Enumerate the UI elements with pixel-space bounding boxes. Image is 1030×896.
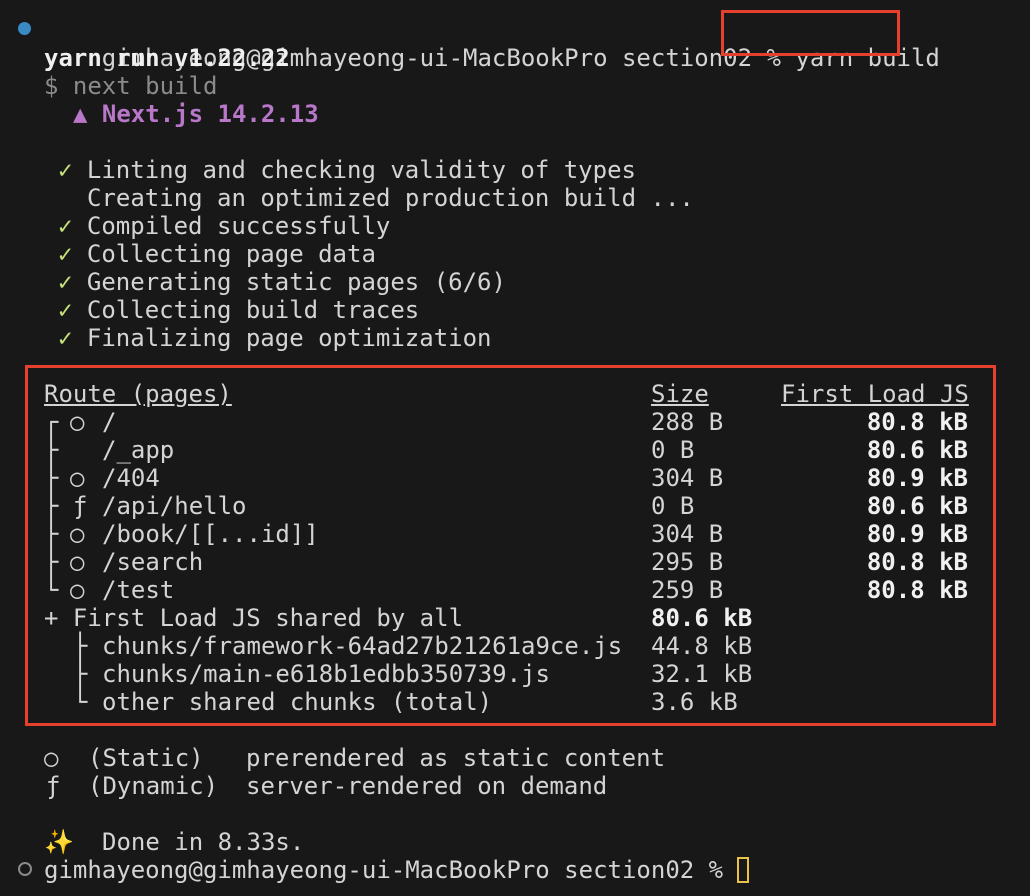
- check-icon: ✓: [58, 268, 73, 296]
- terminal-cursor[interactable]: [737, 857, 749, 883]
- check-icon: ✓: [58, 156, 73, 184]
- command-highlight-box: [721, 10, 900, 56]
- command-status-dot[interactable]: [18, 22, 31, 35]
- route-first-load: 80.9 kB: [866, 464, 968, 492]
- prompt-text: gimhayeong@gimhayeong-ui-MacBookPro sect…: [44, 856, 724, 884]
- static-icon: ○: [70, 548, 85, 576]
- route-size: 288 B: [651, 408, 724, 436]
- command-status-dot[interactable]: [18, 862, 32, 876]
- build-step: ✓ Finalizing page optimization: [58, 324, 492, 352]
- route-size: 0 B: [651, 492, 695, 520]
- tree-branch: ├: [44, 520, 59, 548]
- check-icon: ✓: [58, 212, 73, 240]
- route-path: /test: [102, 576, 175, 604]
- build-step: Creating an optimized production build .…: [87, 184, 694, 212]
- tree-branch: ├: [44, 492, 59, 520]
- build-step: ✓ Generating static pages (6/6): [58, 268, 506, 296]
- static-icon: ○: [44, 744, 59, 772]
- chunk-size: 44.8 kB: [651, 632, 753, 660]
- tree-branch: └: [73, 688, 88, 716]
- route-path: /: [102, 408, 117, 436]
- static-icon: ○: [70, 576, 85, 604]
- static-icon: ○: [70, 408, 85, 436]
- route-first-load: 80.6 kB: [866, 436, 968, 464]
- legend-desc: server-rendered on demand: [246, 772, 608, 800]
- nextjs-version: ▲ Next.js 14.2.13: [73, 100, 319, 128]
- route-path: /404: [102, 464, 160, 492]
- legend-type: (Dynamic): [88, 772, 219, 800]
- check-icon: ✓: [58, 296, 73, 324]
- chunk-name: other shared chunks (total): [102, 688, 493, 716]
- dynamic-icon: ƒ: [73, 492, 88, 520]
- header-first-load: First Load JS: [781, 380, 969, 408]
- build-step: ✓ Collecting page data: [58, 240, 376, 268]
- terminal-window[interactable]: gimhayeong@gimhayeong-ui-MacBookPro sect…: [0, 0, 1030, 896]
- build-step: ✓ Linting and checking validity of types: [58, 156, 636, 184]
- tree-branch: └: [44, 576, 59, 604]
- static-icon: ○: [70, 464, 85, 492]
- build-step: ✓ Compiled successfully: [58, 212, 391, 240]
- shared-js-size: 80.6 kB: [651, 604, 753, 632]
- route-first-load: 80.8 kB: [866, 576, 968, 604]
- check-icon: ✓: [58, 324, 73, 352]
- tree-branch: ├: [73, 660, 88, 688]
- route-path: /api/hello: [102, 492, 247, 520]
- static-icon: ○: [70, 520, 85, 548]
- chunk-size: 32.1 kB: [651, 660, 753, 688]
- route-size: 259 B: [651, 576, 724, 604]
- route-path: /book/[[...id]]: [102, 520, 319, 548]
- route-first-load: 80.8 kB: [866, 408, 968, 436]
- legend-type: (Static): [88, 744, 204, 772]
- done-message: Done in 8.33s.: [102, 828, 305, 856]
- route-first-load: 80.9 kB: [866, 520, 968, 548]
- header-route: Route (pages): [44, 380, 232, 408]
- route-path: /search: [102, 548, 204, 576]
- chunk-name: chunks/main-e618b1edbb350739.js: [102, 660, 550, 688]
- header-size: Size: [651, 380, 709, 408]
- route-size: 304 B: [651, 464, 724, 492]
- chunk-size: 3.6 kB: [651, 688, 738, 716]
- tree-branch: ├: [44, 464, 59, 492]
- sparkles-icon: ✨: [44, 828, 74, 856]
- chunk-name: chunks/framework-64ad27b21261a9ce.js: [102, 632, 623, 660]
- build-step: ✓ Collecting build traces: [58, 296, 420, 324]
- route-size: 304 B: [651, 520, 724, 548]
- route-first-load: 80.6 kB: [866, 492, 968, 520]
- check-icon: ✓: [58, 240, 73, 268]
- tree-branch: ┌: [44, 408, 59, 436]
- next-build-command: $ next build: [44, 72, 218, 100]
- legend-desc: prerendered as static content: [246, 744, 666, 772]
- shared-js-label: + First Load JS shared by all: [44, 604, 464, 632]
- tree-branch: ├: [44, 548, 59, 576]
- tree-branch: ├: [44, 436, 59, 464]
- route-first-load: 80.8 kB: [866, 548, 968, 576]
- dynamic-icon: ƒ: [46, 772, 61, 800]
- route-size: 295 B: [651, 548, 724, 576]
- route-size: 0 B: [651, 436, 695, 464]
- route-path: /_app: [102, 436, 175, 464]
- yarn-version: yarn run v1.22.22: [44, 44, 290, 72]
- tree-branch: ├: [73, 632, 88, 660]
